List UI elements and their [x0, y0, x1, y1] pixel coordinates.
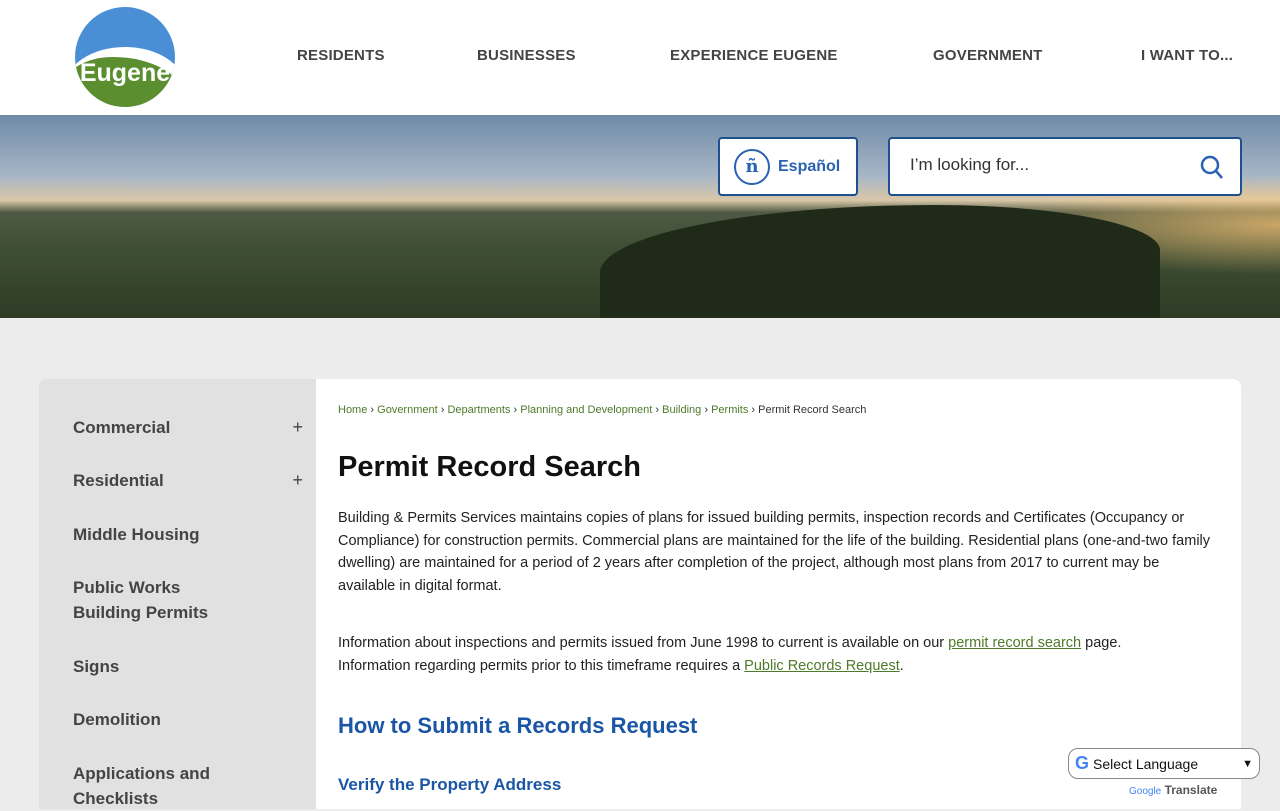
site-header: Eugene RESIDENTS BUSINESSES EXPERIENCE E… [0, 0, 1280, 115]
nav-residents[interactable]: RESIDENTS [297, 47, 385, 64]
crumb-sep: › [751, 404, 756, 416]
google-g-icon: G [1075, 753, 1090, 773]
logo-text: Eugene [79, 59, 171, 87]
permit-record-search-link[interactable]: permit record search [948, 635, 1081, 651]
public-records-request-link[interactable]: Public Records Request [744, 658, 900, 674]
sidebar-item-public-works[interactable]: Public Works Building Permits [73, 575, 253, 625]
crumb-sep: › [370, 404, 375, 416]
google-text: Google [1129, 786, 1162, 797]
text: . [899, 657, 904, 674]
espanol-button[interactable]: ñ Español [718, 137, 858, 196]
crumb-sep: › [440, 404, 445, 416]
info-paragraph: Information about inspections and permit… [338, 632, 1218, 677]
translate-text: Translate [1164, 783, 1218, 797]
sidebar-item-applications[interactable]: Applications and Checklists [73, 761, 223, 811]
chevron-down-icon: ▼ [1242, 757, 1253, 770]
crumb-planning[interactable]: Planning and Development [520, 404, 652, 416]
section-heading: How to Submit a Records Request [338, 713, 698, 738]
search-input[interactable] [910, 155, 1180, 175]
crumb-permits[interactable]: Permits [711, 404, 748, 416]
crumb-home[interactable]: Home [338, 404, 367, 416]
eugene-logo[interactable]: Eugene [75, 7, 175, 107]
main-content: Home › Government › Departments › Planni… [316, 379, 1241, 809]
nav-government[interactable]: GOVERNMENT [933, 47, 1043, 64]
sidebar-item-residential[interactable]: Residential + [73, 468, 303, 493]
google-translate-credit: Google Translate [1129, 783, 1217, 797]
nav-i-want-to[interactable]: I WANT TO... [1141, 47, 1233, 64]
breadcrumb: Home › Government › Departments › Planni… [338, 404, 866, 416]
crumb-sep: › [655, 404, 660, 416]
nav-experience-eugene[interactable]: EXPERIENCE EUGENE [670, 47, 838, 64]
sidebar-item-signs[interactable]: Signs [73, 654, 303, 679]
sidebar-item-label: Commercial [73, 418, 171, 437]
search-icon[interactable] [1200, 155, 1224, 186]
language-select-label: Select Language [1093, 755, 1199, 772]
text: Information about inspections and permit… [338, 635, 949, 651]
language-select[interactable]: G Select Language ▼ [1068, 748, 1260, 779]
text: Information regarding permits prior to t… [338, 657, 745, 674]
site-search [888, 137, 1242, 196]
sidebar-nav: Commercial + Residential + Middle Housing … [39, 379, 316, 809]
espanol-label: Español [778, 157, 841, 175]
crumb-government[interactable]: Government [377, 404, 438, 416]
crumb-building[interactable]: Building [662, 404, 701, 416]
sidebar-item-label: Residential [73, 471, 164, 490]
page-title: Permit Record Search [338, 451, 642, 483]
language-icon: ñ [734, 148, 770, 185]
expand-icon[interactable]: + [292, 415, 303, 440]
sidebar-item-commercial[interactable]: Commercial + [73, 415, 303, 440]
nav-businesses[interactable]: BUSINESSES [477, 47, 576, 64]
intro-paragraph: Building & Permits Services maintains co… [338, 510, 1211, 595]
subsection-heading: Verify the Property Address [338, 775, 562, 794]
crumb-departments[interactable]: Departments [447, 404, 510, 416]
sidebar-item-middle-housing[interactable]: Middle Housing [73, 522, 303, 547]
expand-icon[interactable]: + [292, 468, 303, 493]
text: page. [1081, 635, 1122, 651]
crumb-sep: › [704, 404, 709, 416]
crumb-current: Permit Record Search [758, 404, 867, 416]
sidebar-item-demolition[interactable]: Demolition [73, 707, 303, 732]
crumb-sep: › [513, 404, 518, 416]
